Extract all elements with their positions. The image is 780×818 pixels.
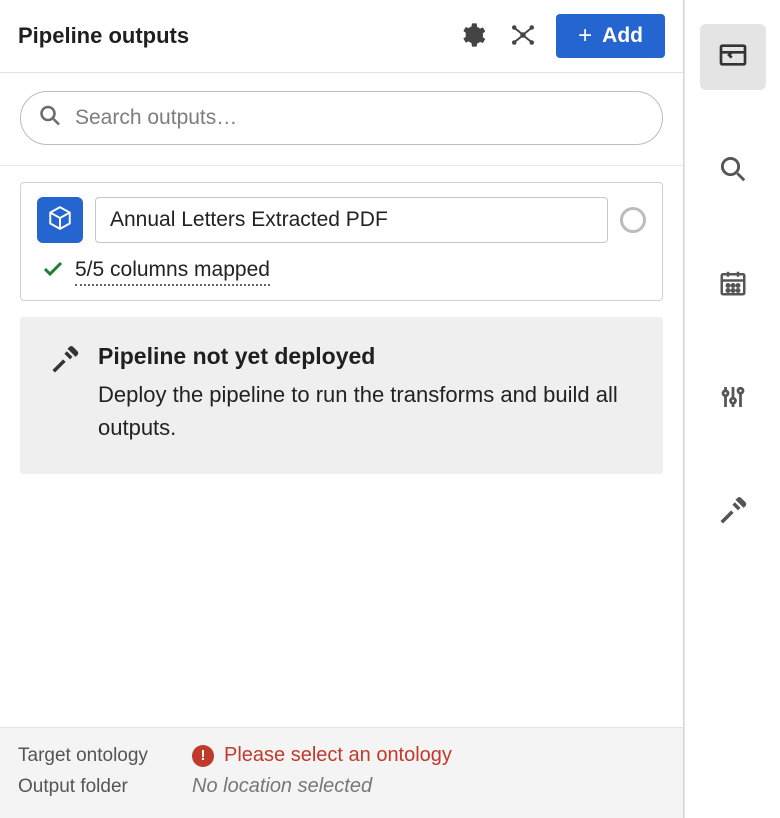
output-folder-label: Output folder: [18, 776, 174, 798]
notice-title: Pipeline not yet deployed: [98, 343, 633, 370]
header-actions: + Add: [454, 14, 665, 58]
columns-mapped-link[interactable]: 5/5 columns mapped: [75, 258, 270, 286]
target-ontology-row[interactable]: Target ontology ! Please select an ontol…: [18, 740, 665, 771]
output-card[interactable]: 5/5 columns mapped: [20, 182, 663, 301]
settings-button[interactable]: [454, 17, 490, 56]
sidebar-tab-search[interactable]: [700, 138, 766, 204]
search-input[interactable]: [20, 91, 663, 145]
add-button[interactable]: + Add: [556, 14, 665, 58]
graph-icon: [508, 20, 538, 53]
sidebar-tab-build[interactable]: [700, 480, 766, 546]
search-icon: [718, 154, 748, 189]
sidebar-tab-settings[interactable]: [700, 366, 766, 432]
target-ontology-label: Target ontology: [18, 745, 174, 767]
sidebar-tab-outputs[interactable]: [700, 24, 766, 90]
sliders-icon: [718, 382, 748, 417]
graph-button[interactable]: [504, 16, 542, 57]
deploy-notice: Pipeline not yet deployed Deploy the pip…: [20, 317, 663, 474]
error-icon: !: [192, 745, 214, 767]
panel-header: Pipeline outputs + Add: [0, 0, 683, 73]
output-name-input[interactable]: [95, 197, 608, 243]
search-icon: [38, 104, 62, 133]
columns-mapped-row[interactable]: 5/5 columns mapped: [37, 257, 646, 286]
build-icon: [718, 496, 748, 531]
search-row: [0, 73, 683, 166]
cube-icon: [47, 205, 73, 236]
gear-icon: [458, 21, 486, 52]
outputs-panel-icon: [717, 39, 749, 76]
add-button-label: Add: [602, 24, 643, 48]
right-sidebar: [684, 0, 780, 818]
hammer-icon: [50, 345, 80, 444]
target-ontology-error: Please select an ontology: [224, 744, 452, 767]
calendar-icon: [718, 268, 748, 303]
panel-title: Pipeline outputs: [18, 23, 189, 49]
output-folder-row[interactable]: Output folder No location selected: [18, 771, 665, 802]
output-folder-value: No location selected: [192, 775, 372, 798]
plus-icon: +: [578, 24, 592, 48]
outputs-list: 5/5 columns mapped Pipeline not yet depl…: [0, 166, 683, 727]
panel-footer: Target ontology ! Please select an ontol…: [0, 727, 683, 818]
sidebar-tab-schedule[interactable]: [700, 252, 766, 318]
status-indicator: [620, 207, 646, 233]
check-icon: [41, 257, 65, 286]
notice-body: Deploy the pipeline to run the transform…: [98, 378, 633, 444]
object-type-badge: [37, 197, 83, 243]
